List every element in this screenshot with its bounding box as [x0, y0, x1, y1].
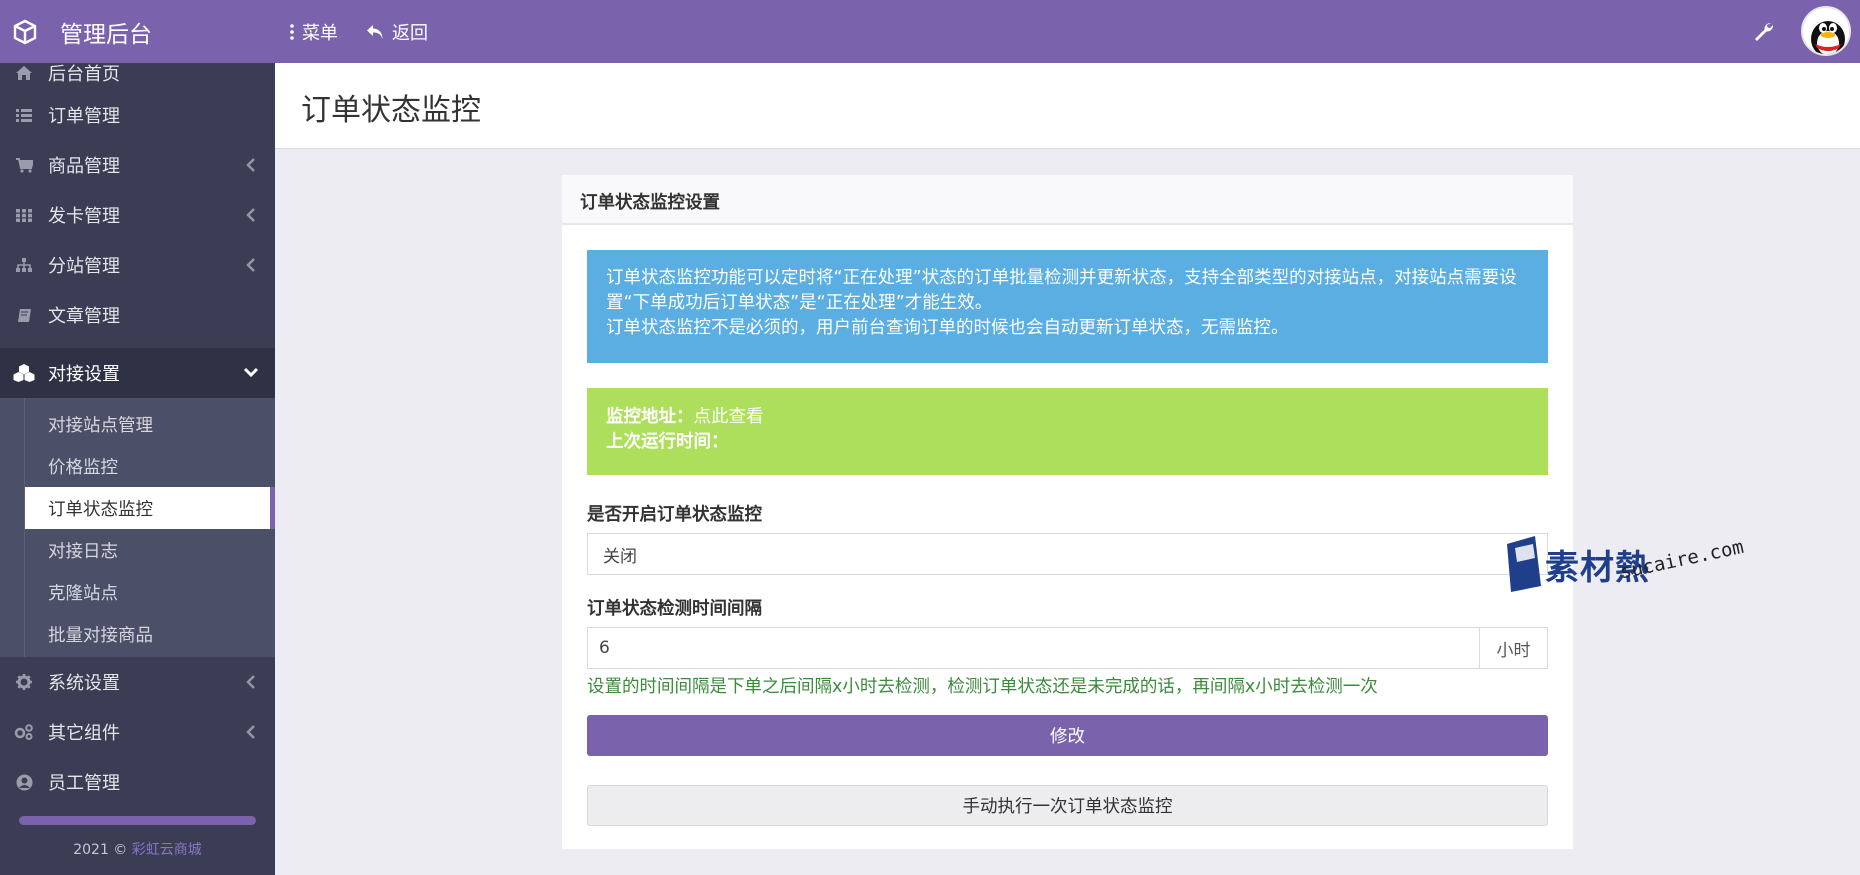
- last-run-label: 上次运行时间：: [606, 432, 729, 452]
- grid-icon: [12, 208, 36, 222]
- wrench-icon[interactable]: [1752, 20, 1774, 42]
- page-title: 订单状态监控: [301, 93, 481, 128]
- back-button[interactable]: 返回: [366, 0, 428, 63]
- cart-icon: [12, 157, 36, 173]
- panel-title: 订单状态监控设置: [580, 193, 720, 213]
- integration-submenu: 对接站点管理 价格监控 订单状态监控 对接日志 克隆站点 批量对接商品: [0, 398, 275, 657]
- sidebar-item-components[interactable]: 其它组件: [0, 707, 275, 757]
- submenu-item-clone-site[interactable]: 克隆站点: [25, 571, 275, 613]
- chevron-down-icon: [243, 365, 259, 381]
- chevron-left-icon: [245, 157, 257, 173]
- sidebar-item-label: 商品管理: [48, 156, 120, 177]
- book-icon: [12, 308, 36, 323]
- top-navbar: 管理后台 菜单 返回: [0, 0, 1860, 63]
- reply-icon: [366, 24, 384, 40]
- watermark: 素材熱 sucaire.com: [1505, 536, 1750, 606]
- sidebar-item-articles[interactable]: 文章管理: [0, 290, 275, 340]
- interval-input[interactable]: 6: [587, 627, 1480, 669]
- sitemap-icon: [12, 258, 36, 272]
- monitor-url-link[interactable]: 点此查看: [694, 407, 764, 427]
- chevron-left-icon: [245, 257, 257, 273]
- sidebar-item-label: 后台首页: [48, 64, 120, 85]
- interval-label: 订单状态检测时间间隔: [587, 599, 762, 619]
- sidebar-item-substations[interactable]: 分站管理: [0, 240, 275, 290]
- panel-header: 订单状态监控设置: [562, 175, 1573, 225]
- sidebar-progress-bar: [19, 816, 256, 825]
- sidebar-item-staff[interactable]: 员工管理: [0, 757, 275, 807]
- info-alert: 订单状态监控功能可以定时将“正在处理”状态的订单批量检测并更新状态，支持全部类型…: [587, 250, 1548, 363]
- sidebar-item-orders[interactable]: 订单管理: [0, 90, 275, 140]
- submenu-item-price-monitor[interactable]: 价格监控: [25, 445, 275, 487]
- list-icon: [12, 108, 36, 122]
- gear-icon: [12, 674, 36, 690]
- sidebar-item-system-settings[interactable]: 系统设置: [0, 657, 275, 707]
- enable-monitor-label: 是否开启订单状态监控: [587, 505, 762, 525]
- submenu-item-site-management[interactable]: 对接站点管理: [25, 403, 275, 445]
- app-title: 管理后台: [60, 21, 152, 48]
- sidebar-item-label: 其它组件: [48, 723, 120, 744]
- watermark-logo-icon: [1505, 536, 1543, 592]
- sidebar-item-label: 分站管理: [48, 256, 120, 277]
- submenu-item-order-status-monitor[interactable]: 订单状态监控: [25, 487, 275, 529]
- sidebar-item-label: 员工管理: [48, 773, 120, 794]
- sidebar-item-integration[interactable]: 对接设置: [0, 348, 275, 398]
- info-text-1: 订单状态监控功能可以定时将“正在处理”状态的订单批量检测并更新状态，支持全部类型…: [606, 268, 1517, 313]
- home-icon: [12, 66, 36, 80]
- enable-monitor-value: 关闭: [603, 546, 637, 567]
- chevron-left-icon: [245, 207, 257, 223]
- ellipsis-vertical-icon: [290, 23, 294, 40]
- sidebar-item-label: 文章管理: [48, 306, 120, 327]
- back-label: 返回: [392, 22, 428, 44]
- chevron-left-icon: [245, 724, 257, 740]
- interval-help-text: 设置的时间间隔是下单之后间隔x小时去检测，检测订单状态还是未完成的话，再间隔x小…: [587, 677, 1378, 697]
- gears-icon: [12, 724, 36, 740]
- settings-panel: 订单状态监控设置 订单状态监控功能可以定时将“正在处理”状态的订单批量检测并更新…: [562, 175, 1573, 849]
- sidebar-item-cards[interactable]: 发卡管理: [0, 190, 275, 240]
- run-once-button[interactable]: 手动执行一次订单状态监控: [587, 785, 1548, 826]
- sidebar-item-label: 系统设置: [48, 673, 120, 694]
- monitor-url-label: 监控地址：: [606, 407, 694, 427]
- submenu-item-batch-products[interactable]: 批量对接商品: [25, 613, 275, 655]
- interval-unit-addon: 小时: [1479, 627, 1548, 669]
- submit-button[interactable]: 修改: [587, 715, 1548, 756]
- cube-icon: [12, 19, 38, 45]
- sidebar-footer: 2021 © 彩虹云商城: [0, 839, 275, 859]
- avatar[interactable]: [1801, 6, 1851, 56]
- sidebar-item-label: 对接设置: [48, 364, 120, 385]
- interval-input-group: 6 小时: [587, 627, 1548, 669]
- monitor-status-alert: 监控地址：点此查看 上次运行时间：: [587, 388, 1548, 475]
- brand[interactable]: 管理后台: [0, 0, 275, 63]
- sidebar-item-label: 订单管理: [48, 106, 120, 127]
- sidebar-item-products[interactable]: 商品管理: [0, 140, 275, 190]
- user-circle-icon: [12, 774, 36, 791]
- cubes-icon: [12, 364, 36, 382]
- interval-value: 6: [599, 638, 610, 658]
- enable-monitor-select[interactable]: 关闭: [587, 533, 1548, 575]
- sidebar: 后台首页 订单管理 商品管理 发卡管理 分站管理 文章管理 对接设置 对接站点管…: [0, 63, 275, 875]
- sidebar-item-label: 发卡管理: [48, 206, 120, 227]
- chevron-left-icon: [245, 674, 257, 690]
- menu-toggle-button[interactable]: 菜单: [290, 0, 338, 63]
- footer-link[interactable]: 彩虹云商城: [132, 842, 202, 858]
- footer-year: 2021 ©: [73, 842, 128, 858]
- menu-label: 菜单: [302, 22, 338, 44]
- page-header: 订单状态监控: [275, 63, 1860, 149]
- submenu-item-logs[interactable]: 对接日志: [25, 529, 275, 571]
- info-text-2: 订单状态监控不是必须的，用户前台查询订单的时候也会自动更新订单状态，无需监控。: [606, 318, 1289, 338]
